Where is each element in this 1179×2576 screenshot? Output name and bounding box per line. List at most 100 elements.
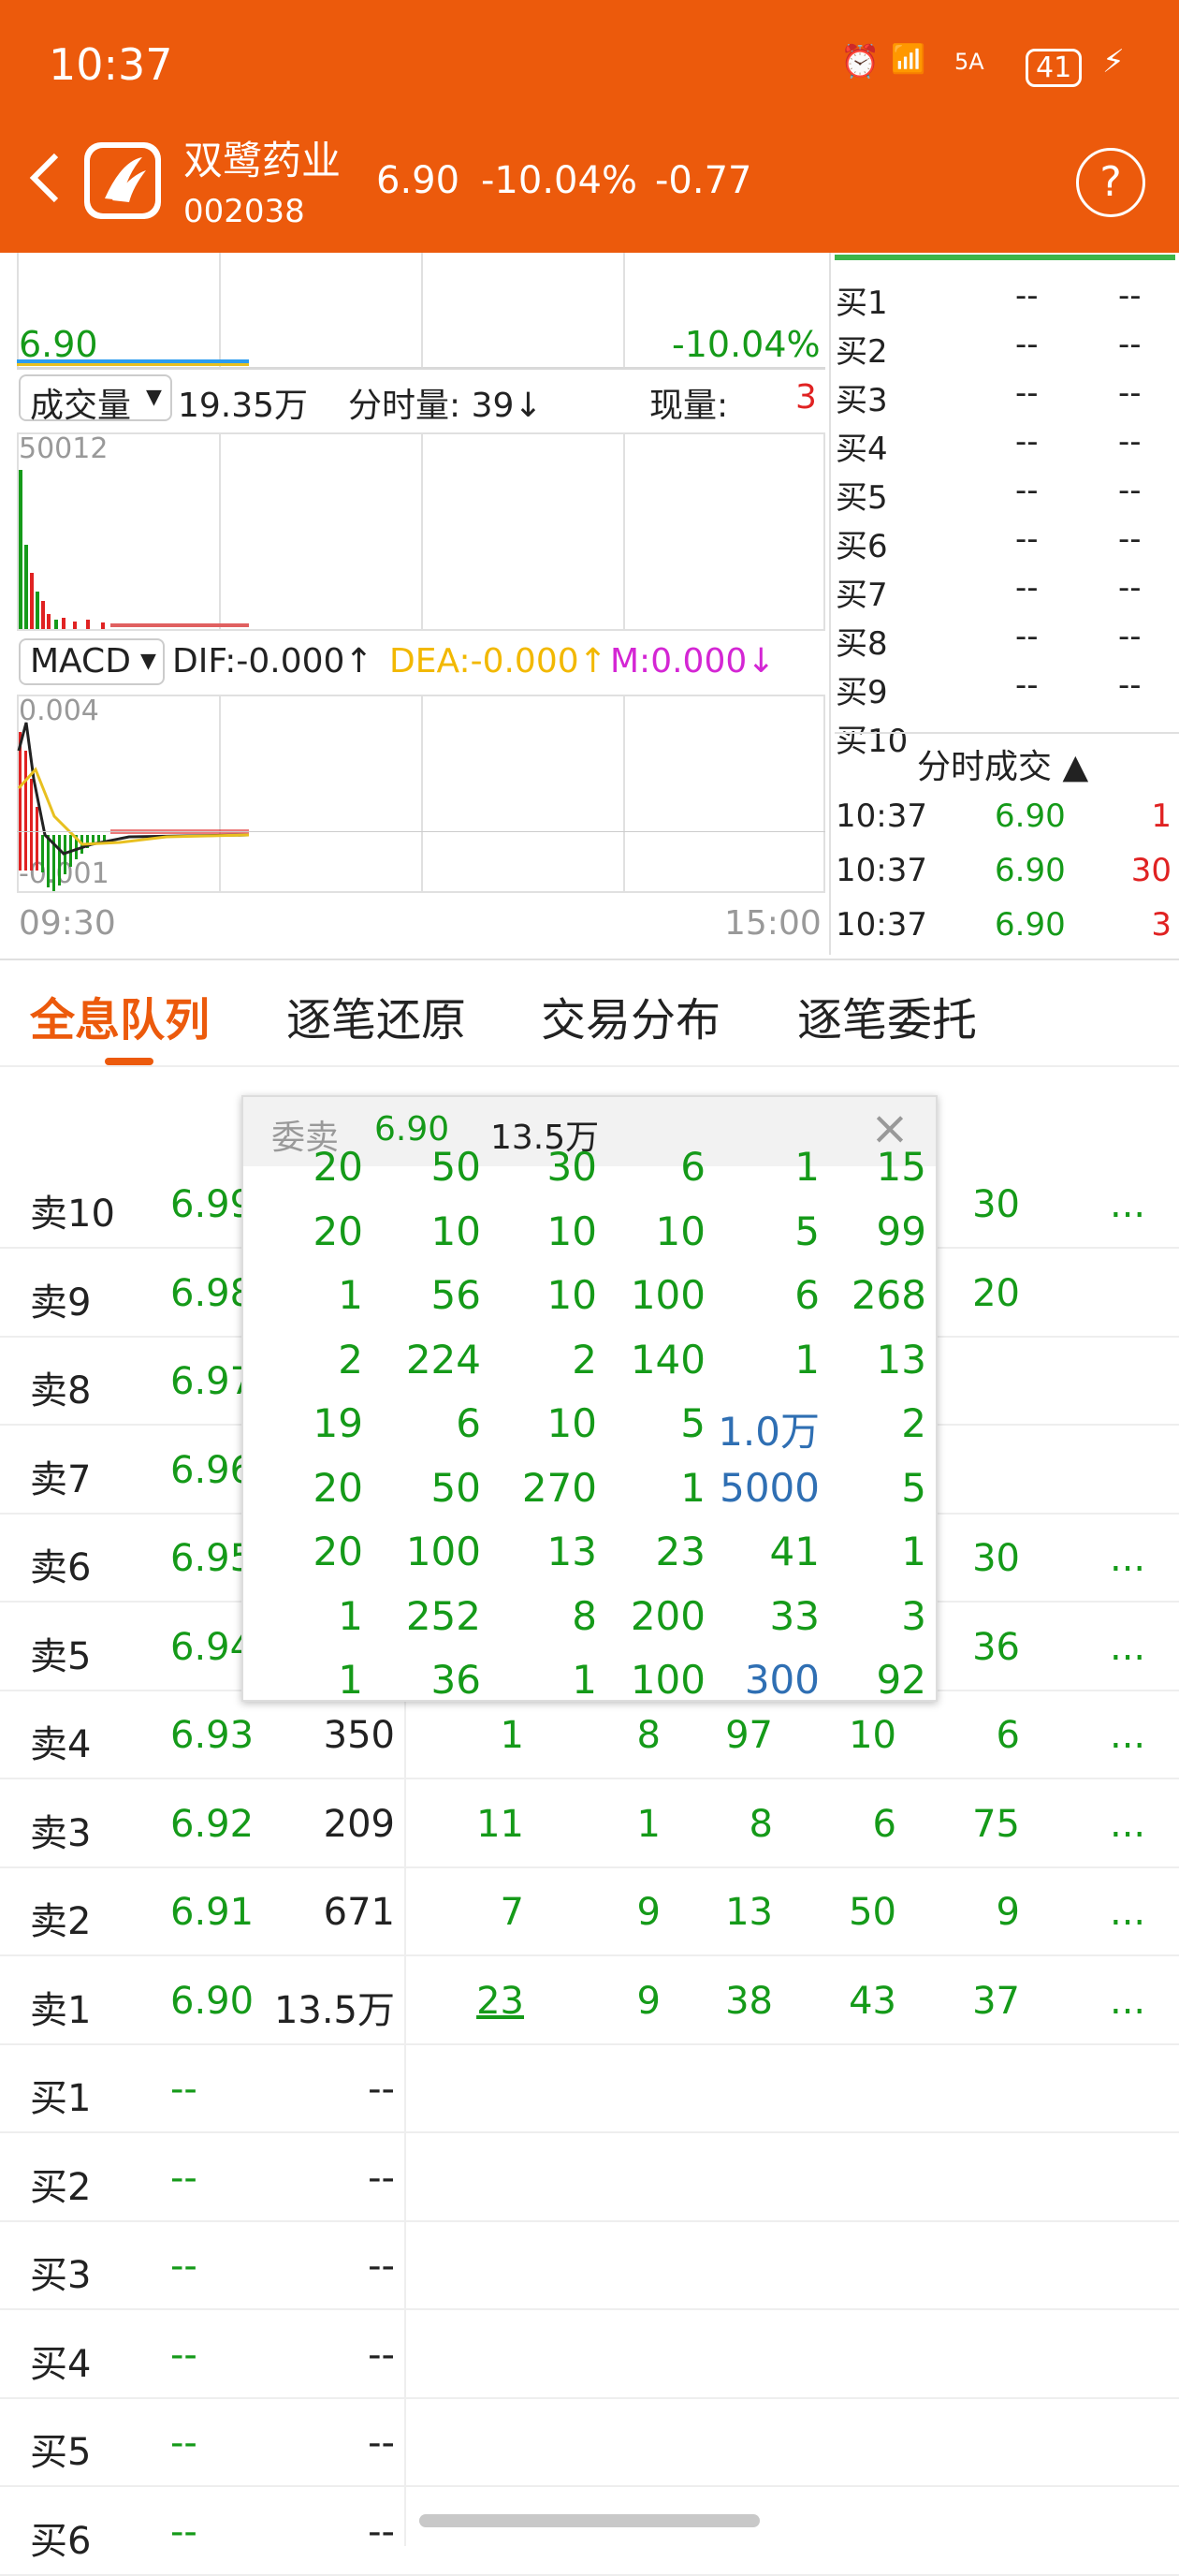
queue-volume: --	[368, 2422, 395, 2465]
macd-dif: DIF:-0.000↑	[172, 642, 373, 681]
popup-order: 10	[430, 1208, 481, 1254]
queue-more[interactable]: ...	[1110, 1803, 1145, 1846]
queue-price: --	[170, 2510, 197, 2554]
stock-change: -0.77	[655, 159, 752, 202]
queue-level: 卖1	[30, 1988, 92, 2032]
popup-order: 30	[546, 1144, 597, 1190]
orderbook-price: --	[1015, 618, 1039, 655]
popup-order: 15	[876, 1144, 926, 1190]
queue-level: 卖7	[30, 1457, 92, 1501]
orderbook-volume: --	[1118, 374, 1142, 412]
queue-order[interactable]: 11	[430, 1803, 524, 1846]
orderbook-label: 买10	[836, 723, 909, 760]
orderbook-volume: --	[1118, 472, 1142, 509]
tab-full-queue[interactable]: 全息队列	[30, 983, 210, 1048]
queue-more[interactable]: ...	[1110, 1714, 1145, 1757]
tick-time: 10:37	[836, 906, 927, 944]
ticks-title[interactable]: 分时成交 ▲	[917, 739, 1088, 788]
stock-price: 6.90	[376, 159, 460, 202]
popup-order: 200	[630, 1592, 706, 1639]
orderbook-label: 买3	[836, 382, 888, 419]
queue-order[interactable]: 1	[567, 1803, 661, 1846]
tab-tick-restore[interactable]: 逐笔还原	[286, 983, 466, 1048]
queue-order[interactable]: 8	[679, 1803, 773, 1846]
queue-volume: --	[368, 2068, 395, 2111]
queue-order[interactable]: 43	[803, 1980, 896, 2023]
popup-order: 1	[338, 1657, 363, 1702]
chevron-down-icon: ▼	[146, 386, 162, 409]
tick-volume: 1	[1151, 798, 1172, 835]
queue-order[interactable]: 50	[803, 1891, 896, 1934]
back-icon[interactable]	[26, 150, 64, 206]
queue-order[interactable]: 1	[430, 1714, 524, 1757]
tick-row: 10:37 6.90 1	[836, 798, 1179, 852]
queue-row[interactable]: 买2 -- --	[0, 2134, 1179, 2222]
queue-order[interactable]: 9	[567, 1980, 661, 2023]
orderbook-label: 买5	[836, 479, 888, 517]
volume-total: 19.35万	[178, 387, 309, 425]
queue-row[interactable]: 买6 -- --	[0, 2488, 1179, 2576]
queue-row[interactable]: 卖3 6.92 209 11 1 8 6 75...	[0, 1780, 1179, 1868]
queue-order[interactable]: 10	[803, 1714, 896, 1757]
queue-row[interactable]: 买1 -- --	[0, 2045, 1179, 2133]
tick-time: 10:37	[836, 852, 927, 889]
queue-order[interactable]: 9	[926, 1891, 1020, 1934]
queue-order[interactable]: 13	[679, 1891, 773, 1934]
queue-order[interactable]: 97	[679, 1714, 773, 1757]
popup-order: 5	[680, 1400, 706, 1446]
queue-level: 卖9	[30, 1281, 92, 1325]
queue-row[interactable]: 卖4 6.93 350 1 8 97 10 6...	[0, 1691, 1179, 1779]
orderbook-price: --	[1015, 666, 1039, 704]
orderbook-row: 买8 -- --	[836, 618, 1179, 666]
volume-selector[interactable]: 成交量	[30, 378, 131, 427]
queue-row[interactable]: 卖1 6.90 13.5万 23 9 38 43 37...	[0, 1957, 1179, 2045]
orderbook-volume: --	[1118, 423, 1142, 461]
queue-order[interactable]: 6	[926, 1714, 1020, 1757]
queue-order[interactable]: 36	[926, 1626, 1020, 1669]
queue-popup[interactable]: 委卖 6.90 13.5万 × 20 50 30 6 1 15 20 10 10 10 5 99 1 56…	[241, 1095, 938, 1702]
queue-row[interactable]: 买4 -- --	[0, 2311, 1179, 2399]
tab-trade-distribution[interactable]: 交易分布	[541, 983, 720, 1048]
queue-more[interactable]: ...	[1110, 1980, 1145, 2023]
tick-row: 10:37 6.90 30	[836, 852, 1179, 906]
queue-order[interactable]: 8	[567, 1714, 661, 1757]
macd-m: M:0.000↓	[610, 642, 776, 681]
popup-order: 2	[572, 1336, 597, 1383]
stock-change-pct: -10.04%	[481, 159, 637, 202]
queue-row[interactable]: 买3 -- --	[0, 2222, 1179, 2310]
queue-order[interactable]: 20	[926, 1272, 1020, 1315]
orderbook-volume: --	[1118, 277, 1142, 315]
help-button[interactable]: ?	[1076, 148, 1145, 217]
popup-order: 19	[313, 1400, 363, 1446]
queue-order[interactable]: 30	[926, 1183, 1020, 1226]
queue-order[interactable]: 23	[430, 1980, 524, 2023]
popup-row: 20 50 30 6 1 15	[243, 1138, 936, 1202]
macd-selector[interactable]: MACD	[30, 642, 131, 681]
popup-order: 224	[405, 1336, 481, 1383]
queue-order[interactable]: 37	[926, 1980, 1020, 2023]
queue-order[interactable]: 38	[679, 1980, 773, 2023]
popup-order: 1	[338, 1272, 363, 1318]
queue-row[interactable]: 买5 -- --	[0, 2399, 1179, 2487]
queue-level: 买3	[30, 2254, 92, 2297]
popup-order: 3	[901, 1592, 926, 1639]
queue-volume: --	[368, 2156, 395, 2200]
queue-price: --	[170, 2422, 197, 2465]
tab-tick-orders[interactable]: 逐笔委托	[797, 983, 977, 1048]
popup-order: 2	[338, 1336, 363, 1383]
macd-dea: DEA:-0.000↑	[389, 642, 607, 681]
queue-row[interactable]: 卖2 6.91 671 7 9 13 50 9...	[0, 1868, 1179, 1956]
queue-more[interactable]: ...	[1110, 1537, 1145, 1580]
queue-more[interactable]: ...	[1110, 1183, 1145, 1226]
popup-order: 5000	[720, 1464, 820, 1511]
queue-level: 卖2	[30, 1900, 92, 1943]
horizontal-scrollbar[interactable]	[419, 2514, 760, 2527]
queue-order[interactable]: 9	[567, 1891, 661, 1934]
queue-order[interactable]: 30	[926, 1537, 1020, 1580]
queue-more[interactable]: ...	[1110, 1626, 1145, 1669]
queue-more[interactable]: ...	[1110, 1891, 1145, 1934]
orderbook-volume: --	[1118, 326, 1142, 363]
queue-order[interactable]: 7	[430, 1891, 524, 1934]
queue-order[interactable]: 6	[803, 1803, 896, 1846]
queue-order[interactable]: 75	[926, 1803, 1020, 1846]
